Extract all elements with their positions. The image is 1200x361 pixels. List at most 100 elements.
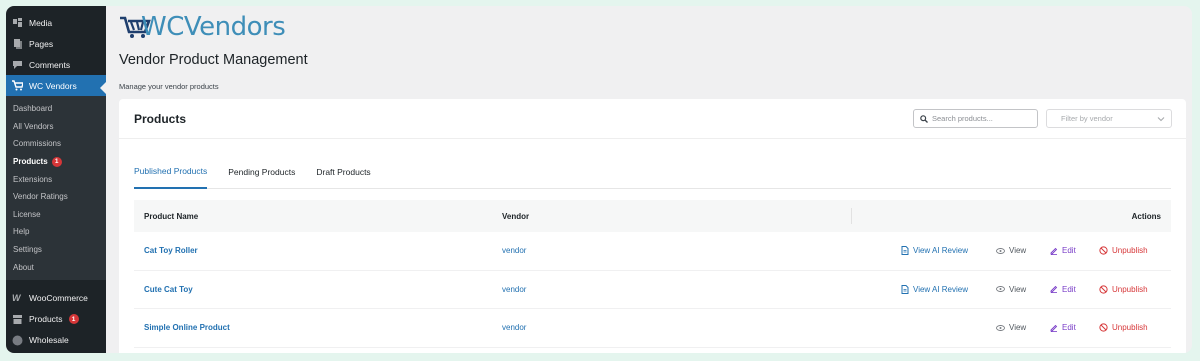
table-header: Product Name Vendor Actions (134, 200, 1171, 232)
vendor-link[interactable]: vendor (502, 323, 526, 332)
submenu-item-products[interactable]: Products 1 (6, 153, 106, 171)
unpublish-label: Unpublish (1112, 246, 1148, 256)
unpublish-button[interactable]: Unpublish (1099, 323, 1148, 332)
archive-icon (12, 314, 23, 325)
sidebar-item-media[interactable]: Media (6, 12, 106, 33)
count-badge: 1 (51, 156, 62, 167)
count-badge: 1 (68, 314, 79, 325)
edit-label: Edit (1062, 246, 1076, 256)
card-header: Products Search products... Filter by ve… (119, 99, 1186, 139)
sidebar-item-wc-vendors[interactable]: WC Vendors (6, 75, 106, 96)
edit-button[interactable]: Edit (1050, 285, 1076, 294)
submenu-item-extensions[interactable]: Extensions (6, 170, 106, 188)
ban-icon (1099, 246, 1108, 255)
product-name-link[interactable]: Cat Toy Roller (144, 246, 198, 255)
eye-icon (996, 286, 1005, 293)
sidebar-item-label: Pages (29, 38, 54, 49)
wholesale-icon (12, 335, 23, 346)
vendor-filter-select[interactable]: Filter by vendor (1046, 109, 1172, 128)
product-tabs: Published Products Pending Products Draf… (134, 155, 1171, 189)
vendor-link[interactable]: vendor (502, 285, 526, 294)
main-content: WCVendors Vendor Product Management Mana… (106, 6, 1192, 353)
unpublish-button[interactable]: Unpublish (1099, 285, 1148, 294)
chevron-down-icon (1157, 116, 1165, 122)
submenu-item-help[interactable]: Help (6, 223, 106, 241)
unpublish-label: Unpublish (1112, 323, 1148, 333)
media-icon (12, 17, 23, 28)
submenu-label: Products (13, 157, 48, 167)
search-icon (920, 114, 928, 123)
comments-icon (12, 59, 23, 70)
submenu-item-about[interactable]: About (6, 258, 106, 276)
column-divider (851, 208, 852, 224)
edit-button[interactable]: Edit (1050, 323, 1076, 332)
pencil-icon (1050, 285, 1058, 294)
submenu-item-commissions[interactable]: Commissions (6, 135, 106, 153)
cart-icon (12, 80, 23, 91)
products-card: Products Search products... Filter by ve… (119, 99, 1186, 353)
submenu-item-settings[interactable]: Settings (6, 241, 106, 259)
sidebar-item-label: Products (29, 314, 63, 325)
admin-sidebar: Media Pages Comments WC Vendors Dashboar… (6, 6, 106, 353)
edit-button[interactable]: Edit (1050, 246, 1076, 255)
tab-draft-products[interactable]: Draft Products (316, 155, 370, 189)
submenu-label: Vendor Ratings (13, 192, 68, 202)
sidebar-item-label: Comments (29, 59, 71, 70)
logo-text: WCVendors (141, 12, 286, 42)
sidebar-item-woocommerce[interactable]: W WooCommerce (6, 288, 106, 309)
sidebar-item-comments[interactable]: Comments (6, 54, 106, 75)
sidebar-item-pages[interactable]: Pages (6, 33, 106, 54)
wcvendors-logo: WCVendors (119, 12, 286, 42)
ban-icon (1099, 285, 1108, 294)
sidebar-item-wholesale[interactable]: Wholesale (6, 330, 106, 351)
products-table: Product Name Vendor Actions Cat Toy Roll… (134, 200, 1171, 348)
submenu-item-dashboard[interactable]: Dashboard (6, 100, 106, 118)
view-ai-review-button[interactable]: View AI Review (901, 246, 968, 256)
view-button[interactable]: View (996, 323, 1026, 332)
card-title: Products (134, 111, 187, 126)
search-placeholder: Search products... (932, 114, 993, 123)
view-button[interactable]: View (996, 246, 1026, 255)
product-name-link[interactable]: Cute Cat Toy (144, 285, 193, 294)
tab-pending-products[interactable]: Pending Products (228, 155, 295, 189)
view-button[interactable]: View (996, 285, 1026, 294)
submenu-label: All Vendors (13, 121, 54, 131)
sidebar-item-label: Media (29, 17, 53, 28)
column-header-vendor: Vendor (502, 211, 530, 221)
search-input[interactable]: Search products... (913, 109, 1038, 128)
sidebar-item-products[interactable]: Products 1 (6, 309, 106, 330)
sidebar-item-label: WC Vendors (29, 80, 77, 91)
view-label: View (1009, 323, 1027, 333)
submenu-label: Help (13, 227, 30, 237)
column-header-product-name: Product Name (144, 211, 199, 221)
submenu-label: Extensions (13, 174, 53, 184)
sidebar-item-label: WooCommerce (29, 293, 88, 304)
product-name-link[interactable]: Simple Online Product (144, 323, 230, 332)
view-ai-review-button[interactable]: View AI Review (901, 284, 968, 294)
table-row: Cute Cat Toy vendor View AI Review View … (134, 271, 1171, 309)
table-row: Simple Online Product vendor View Edit U… (134, 309, 1171, 348)
document-icon (901, 284, 909, 294)
submenu-item-license[interactable]: License (6, 206, 106, 224)
pencil-icon (1050, 247, 1058, 255)
submenu-item-vendor-ratings[interactable]: Vendor Ratings (6, 188, 106, 206)
sidebar-item-label: Wholesale (29, 335, 69, 346)
view-ai-review-label: View AI Review (913, 284, 968, 294)
view-label: View (1009, 246, 1027, 256)
woocommerce-icon: W (12, 292, 21, 303)
submenu-item-all-vendors[interactable]: All Vendors (6, 118, 106, 136)
page-title: Vendor Product Management (119, 52, 308, 68)
column-header-actions: Actions (1131, 211, 1161, 221)
eye-icon (996, 324, 1005, 331)
pages-icon (12, 38, 23, 49)
unpublish-button[interactable]: Unpublish (1099, 246, 1148, 255)
wc-vendors-submenu: Dashboard All Vendors Commissions Produc… (6, 82, 106, 280)
submenu-label: Settings (13, 245, 42, 255)
vendor-link[interactable]: vendor (502, 246, 526, 255)
submenu-label: Dashboard (13, 104, 53, 114)
tab-published-products[interactable]: Published Products (134, 155, 208, 189)
ban-icon (1099, 323, 1108, 332)
edit-label: Edit (1062, 323, 1076, 333)
page-description: Manage your vendor products (119, 82, 219, 91)
filter-placeholder: Filter by vendor (1061, 114, 1113, 123)
